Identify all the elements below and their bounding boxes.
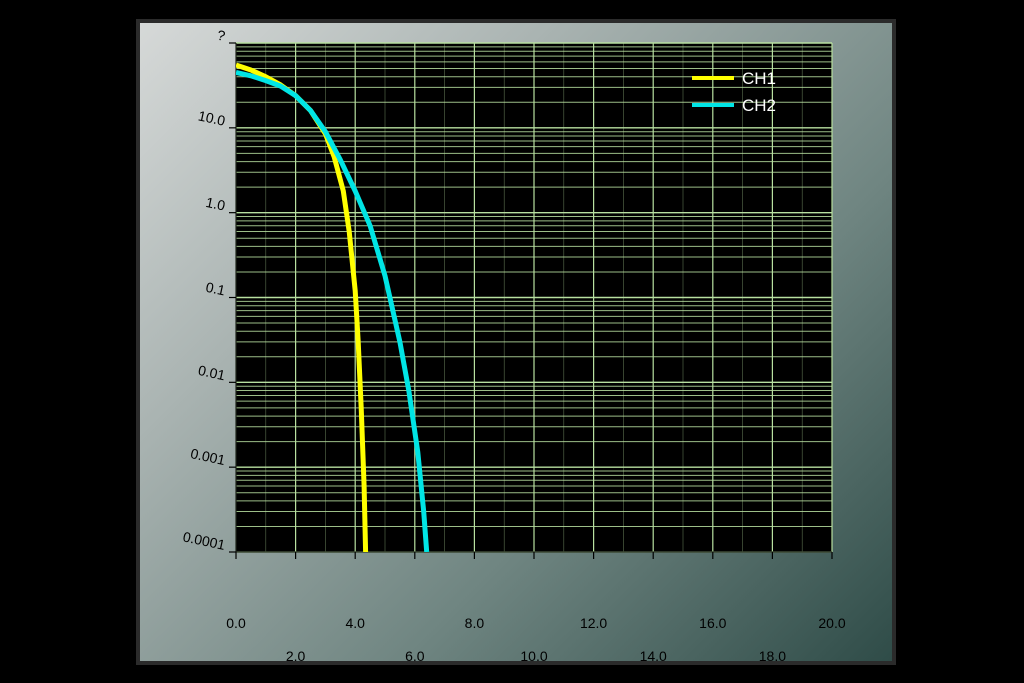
y-tick-label: 1.0 — [204, 194, 227, 214]
y-tick-label: 10.0 — [197, 107, 227, 128]
x-tick-label: 2.0 — [286, 648, 306, 661]
x-tick-label: 8.0 — [465, 615, 485, 631]
chart-frame: ? 10.0 1.0 0.1 0.01 0.001 0.0001 0.0 4.0 8.0 12.0 1… — [136, 19, 896, 665]
x-tick-label: 6.0 — [405, 648, 425, 661]
x-tick-label: 4.0 — [345, 615, 365, 631]
x-tick-label: 14.0 — [640, 648, 667, 661]
x-tick-label: 18.0 — [759, 648, 786, 661]
y-tick-label: 0.1 — [204, 279, 227, 299]
x-tick-label: 20.0 — [818, 615, 845, 631]
legend-label-ch2: CH2 — [742, 96, 776, 115]
line-chart: ? 10.0 1.0 0.1 0.01 0.001 0.0001 0.0 4.0 8.0 12.0 1… — [181, 27, 845, 661]
y-tick-label: 0.0001 — [181, 528, 226, 553]
y-tick-label: ? — [216, 27, 227, 44]
x-tick-label: 10.0 — [520, 648, 547, 661]
x-tick-label: 16.0 — [699, 615, 726, 631]
x-tick-label: 12.0 — [580, 615, 607, 631]
y-tick-label: 0.001 — [189, 445, 227, 468]
x-tick-label: 0.0 — [226, 615, 246, 631]
legend-label-ch1: CH1 — [742, 69, 776, 88]
y-tick-label: 0.01 — [197, 362, 227, 383]
